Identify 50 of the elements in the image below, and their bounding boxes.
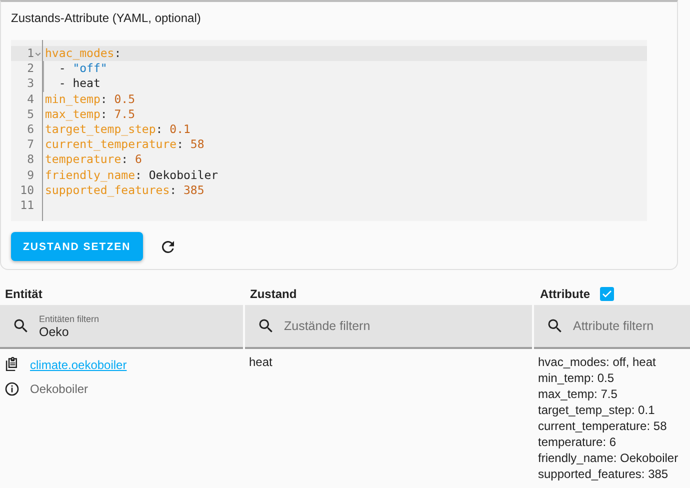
floating-label: Entitäten filtern: [39, 314, 100, 324]
code-text: min_temp: 0.5: [44, 92, 136, 107]
info-icon: [4, 381, 20, 398]
code-text: target_temp_step: 0.1: [44, 122, 190, 138]
attribute-text: target_temp_step: 0.1: [538, 402, 656, 418]
placeholder: Zustände filtern: [284, 319, 370, 334]
field-value: Oeko: [39, 324, 70, 339]
line-number: 11: [20, 198, 35, 214]
checkbox[interactable]: [600, 287, 614, 302]
code-text: friendly_name: Oekoboiler: [44, 168, 218, 183]
code-text: max_temp: 7.5: [44, 106, 136, 122]
code-text: - heat: [42, 76, 100, 92]
attribute-text: temperature: 6: [538, 434, 618, 450]
line-number: 2: [27, 61, 35, 76]
attribute-text: max_temp: 7.5: [538, 386, 618, 402]
line-number: 6: [27, 122, 35, 138]
state-cell-text: heat: [248, 354, 274, 372]
attribute-text: hvac_modes: off, heat: [538, 354, 657, 370]
line-number: 7: [27, 137, 35, 152]
column-header: Entität: [5, 287, 42, 302]
filter-field[interactable]: Attribute filtern: [534, 305, 690, 350]
code-text: supported_features: 385: [44, 182, 204, 198]
column-header: Zustand: [250, 287, 297, 302]
filter-field[interactable]: Entitäten filtern Oeko: [0, 305, 243, 350]
friendly-name: Oekoboiler: [30, 382, 88, 396]
attribute-text: friendly_name: Oekoboiler: [538, 450, 680, 466]
filter-field[interactable]: Zustände filtern: [245, 305, 532, 350]
column-header: Attribute: [540, 287, 590, 302]
line-number: 5: [27, 106, 35, 122]
search-icon: [257, 317, 275, 336]
attribute-text: current_temperature: 58: [538, 418, 668, 434]
entity-link[interactable]: climate.oekoboiler: [30, 358, 127, 372]
search-icon: [546, 317, 564, 336]
code-editor[interactable]: 1 hvac_modes: 2 - "off" 3 - heat 4 min_temp: 0.5 5 max_temp: 7.5 6 target_temp_step: 0.1 7 current_temperature: 58 8 temperature: 6 9 friendly_name: Oekoboiler 10 supported_features: 385 11: [11, 40, 647, 222]
set-state-button[interactable]: ZUSTAND SETZEN: [11, 232, 143, 262]
line-number: 10: [20, 182, 35, 198]
placeholder: Attribute filtern: [573, 319, 654, 334]
line-number: 8: [27, 152, 35, 168]
attribute-text: supported_features: 385: [538, 466, 670, 482]
code-text: temperature: 6: [44, 152, 142, 168]
search-icon: [12, 317, 30, 336]
attribute-text: min_temp: 0.5: [538, 370, 616, 386]
code-text: hvac_modes:: [44, 46, 122, 62]
line-number: 4: [27, 92, 35, 107]
code-text: current_temperature: 58: [44, 137, 204, 152]
line-number: 3: [27, 76, 35, 92]
field-label: Zustands-Attribute (YAML, optional): [11, 11, 202, 25]
code-text: - "off": [42, 61, 108, 76]
line-number: 9: [27, 168, 35, 183]
clipboard-icon: [4, 357, 20, 374]
